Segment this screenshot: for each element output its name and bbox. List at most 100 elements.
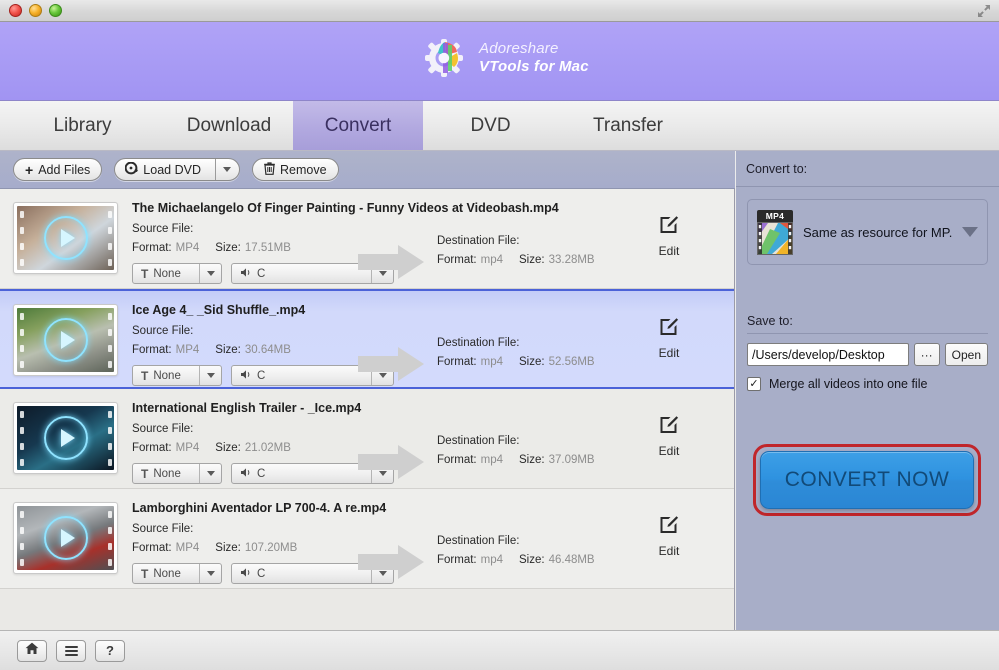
video-thumbnail [13, 202, 118, 274]
checkmark-icon: ✓ [749, 379, 758, 390]
audio-value: C [257, 370, 265, 382]
speaker-icon [240, 267, 252, 281]
convert-now-button[interactable]: CONVERT NOW [760, 451, 974, 509]
close-button[interactable] [9, 4, 22, 17]
subtitle-text-icon: T [141, 467, 148, 481]
tab-transfer-label: Transfer [593, 115, 663, 137]
tab-dvd-label: DVD [470, 115, 510, 137]
merge-videos-row[interactable]: ✓ Merge all videos into one file [747, 377, 988, 391]
disc-icon [125, 162, 138, 178]
open-folder-button[interactable]: Open [945, 343, 988, 366]
add-files-button[interactable]: + Add Files [13, 158, 102, 181]
subtitle-dropdown-arrow[interactable] [199, 464, 221, 483]
dest-size-label: Size: [519, 554, 545, 566]
convert-settings-panel: Convert to: MP4 [736, 151, 999, 630]
edit-button[interactable]: Edit [648, 415, 690, 458]
brand-name: Adoreshare [479, 40, 589, 58]
tab-download-label: Download [187, 115, 272, 137]
subtitle-dropdown-arrow[interactable] [199, 264, 221, 283]
chevron-down-icon[interactable] [962, 227, 978, 237]
menu-button[interactable] [56, 640, 86, 662]
source-size-label: Size: [215, 442, 241, 454]
open-label: Open [952, 348, 981, 362]
help-button[interactable]: ? [95, 640, 125, 662]
subtitle-dropdown-arrow[interactable] [199, 366, 221, 385]
subtitle-dropdown-arrow[interactable] [199, 564, 221, 583]
zoom-button[interactable] [49, 4, 62, 17]
save-path-input[interactable]: /Users/develop/Desktop [747, 343, 909, 366]
video-thumbnail [13, 502, 118, 574]
merge-checkbox[interactable]: ✓ [747, 377, 761, 391]
tab-download[interactable]: Download [165, 101, 293, 150]
tab-dvd[interactable]: DVD [423, 101, 558, 150]
trash-icon [264, 162, 275, 178]
convert-to-header: Convert to: [736, 151, 999, 187]
tab-library[interactable]: Library [0, 101, 165, 150]
expand-arrows-icon[interactable] [977, 4, 991, 18]
source-format-label: Format: [132, 242, 172, 254]
hamburger-menu-icon [65, 646, 78, 656]
browse-button[interactable]: ··· [914, 343, 940, 366]
application-window: Adoreshare VTools for Mac Library Downlo… [0, 0, 999, 670]
brand-block: Adoreshare VTools for Mac [424, 36, 589, 80]
dest-size-value: 52.56MB [549, 356, 595, 368]
subtitle-select[interactable]: TNone [132, 563, 222, 584]
edit-button[interactable]: Edit [648, 215, 690, 258]
title-bar [0, 0, 999, 22]
edit-button[interactable]: Edit [648, 515, 690, 558]
source-format-label: Format: [132, 442, 172, 454]
tab-convert[interactable]: Convert [293, 101, 423, 150]
file-list[interactable]: The Michaelangelo Of Finger Painting - F… [0, 189, 735, 630]
table-row[interactable]: Lamborghini Aventador LP 700-4. A re.mp4… [0, 489, 734, 589]
video-thumbnail [13, 402, 118, 474]
speaker-icon [240, 467, 252, 481]
edit-label: Edit [648, 544, 690, 558]
source-format-value: MP4 [176, 442, 200, 454]
main-navigation: Library Download Convert DVD Transfer [0, 101, 999, 151]
remove-label: Remove [280, 163, 327, 177]
merge-label: Merge all videos into one file [769, 377, 927, 391]
convert-now-area: CONVERT NOW [753, 444, 981, 522]
dest-size-label: Size: [519, 454, 545, 466]
source-file-label: Source File: [132, 423, 412, 435]
subtitle-select[interactable]: TNone [132, 365, 222, 386]
home-button[interactable] [17, 640, 47, 662]
table-row[interactable]: Ice Age 4_ _Sid Shuffle_.mp4 Source File… [0, 289, 734, 389]
tab-transfer[interactable]: Transfer [558, 101, 698, 150]
load-dvd-dropdown-arrow[interactable] [215, 159, 239, 180]
source-size-label: Size: [215, 344, 241, 356]
source-size-value: 17.51MB [245, 242, 291, 254]
dest-format-label: Format: [437, 454, 477, 466]
file-name: Lamborghini Aventador LP 700-4. A re.mp4 [132, 501, 734, 515]
output-format-selector[interactable]: MP4 [747, 199, 988, 265]
brand-product: VTools for Mac [479, 58, 589, 76]
remove-button[interactable]: Remove [252, 158, 339, 181]
audio-value: C [257, 268, 265, 280]
tab-library-label: Library [53, 115, 111, 137]
plus-icon: + [25, 163, 33, 177]
edit-button[interactable]: Edit [648, 317, 690, 360]
dest-size-value: 37.09MB [549, 454, 595, 466]
table-row[interactable]: The Michaelangelo Of Finger Painting - F… [0, 189, 734, 289]
audio-value: C [257, 468, 265, 480]
source-file-label: Source File: [132, 523, 412, 535]
browse-label: ··· [921, 348, 933, 362]
subtitle-select[interactable]: TNone [132, 263, 222, 284]
source-format-value: MP4 [176, 242, 200, 254]
minimize-button[interactable] [29, 4, 42, 17]
speaker-icon [240, 369, 252, 383]
play-icon [44, 318, 88, 362]
edit-label: Edit [648, 346, 690, 360]
subtitle-select[interactable]: TNone [132, 463, 222, 484]
list-toolbar: + Add Files Load DVD [0, 151, 735, 189]
pencil-edit-icon [659, 422, 679, 439]
save-path-value: /Users/develop/Desktop [752, 348, 885, 362]
destination-file-label: Destination File: [437, 435, 667, 447]
load-dvd-button[interactable]: Load DVD [114, 158, 240, 181]
video-thumbnail [13, 304, 118, 376]
table-row[interactable]: International English Trailer - _Ice.mp4… [0, 389, 734, 489]
tab-convert-label: Convert [325, 115, 392, 137]
dest-format-value: mp4 [481, 254, 503, 266]
source-file-label: Source File: [132, 325, 412, 337]
mp4-format-icon: MP4 [757, 210, 793, 255]
